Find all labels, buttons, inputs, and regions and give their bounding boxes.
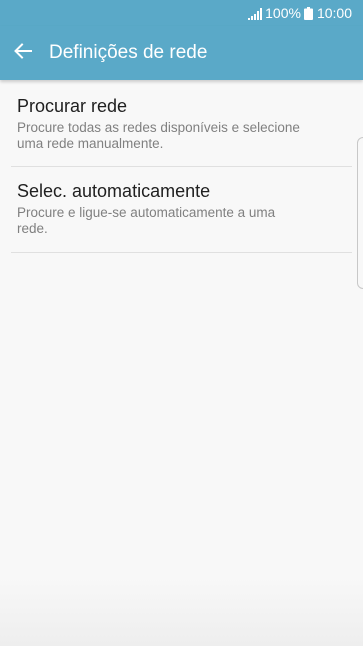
list-item-select-automatically[interactable]: Selec. automaticamente Procure e ligue-s…	[11, 167, 352, 253]
bottom-shade	[0, 576, 363, 646]
network-settings-list: Procurar rede Procure todas as redes dis…	[0, 80, 363, 253]
back-button[interactable]	[9, 39, 37, 67]
status-indicators: 100% 10:00	[248, 5, 352, 21]
edge-panel-handle[interactable]	[357, 137, 363, 289]
battery-icon	[303, 6, 313, 20]
signal-icon	[248, 7, 263, 20]
list-item-summary: Procure todas as redes disponíveis e sel…	[17, 120, 300, 151]
clock: 10:00	[316, 5, 352, 21]
list-item-title: Selec. automaticamente	[17, 181, 211, 201]
battery-percent: 100%	[265, 5, 301, 21]
list-item-title: Procurar rede	[17, 96, 128, 116]
list-item-summary: Procure e ligue-se automaticamente a uma…	[17, 205, 276, 236]
status-bar: 100% 10:00	[0, 0, 363, 26]
page-title: Definições de rede	[49, 42, 208, 63]
list-item-search-network[interactable]: Procurar rede Procure todas as redes dis…	[11, 80, 352, 167]
app-bar: Definições de rede	[0, 26, 363, 80]
back-arrow-icon	[14, 42, 32, 64]
screen: 100% 10:00 Definições de rede Procurar r…	[0, 0, 363, 646]
